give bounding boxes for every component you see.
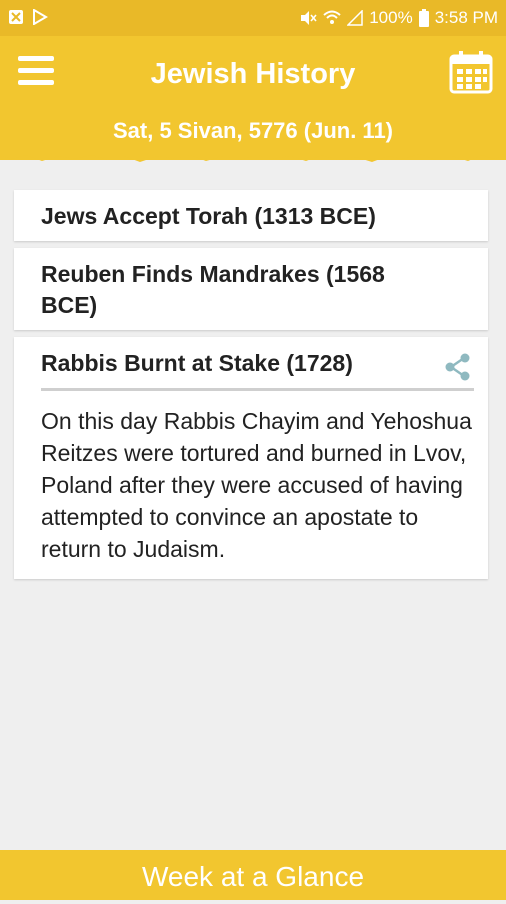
wifi-icon xyxy=(323,10,341,26)
mute-icon xyxy=(299,10,317,26)
clock: 3:58 PM xyxy=(434,8,498,27)
torn-edge-decoration xyxy=(0,150,506,162)
share-icon[interactable] xyxy=(444,353,472,381)
signal-icon xyxy=(347,10,363,26)
event-title[interactable]: Jews Accept Torah (1313 BCE) xyxy=(14,190,488,241)
event-card-expanded[interactable]: Rabbis Burnt at Stake (1728) On this day… xyxy=(14,337,488,579)
event-card[interactable]: Jews Accept Torah (1313 BCE) xyxy=(14,190,488,241)
event-title[interactable]: Reuben Finds Mandrakes (1568 BCE) xyxy=(14,248,488,330)
play-store-icon xyxy=(32,9,48,25)
page-title: Jewish History xyxy=(150,58,356,90)
week-at-a-glance-button[interactable]: Week at a Glance xyxy=(0,850,506,900)
status-bar: 100% 3:58 PM xyxy=(0,0,506,36)
battery-percent: 100% xyxy=(369,8,413,27)
notification-icon xyxy=(8,9,24,25)
event-description: On this day Rabbis Chayim and Yehoshua R… xyxy=(41,408,472,562)
calendar-icon[interactable] xyxy=(448,50,494,96)
battery-icon xyxy=(418,9,429,27)
event-list: Jews Accept Torah (1313 BCE) Reuben Find… xyxy=(14,190,488,586)
event-card[interactable]: Reuben Finds Mandrakes (1568 BCE) xyxy=(14,248,488,330)
app-header: Jewish History Sat, 5 Sivan, 5776 (Jun. … xyxy=(0,36,506,160)
date-label: Sat, 5 Sivan, 5776 (Jun. 11) xyxy=(112,118,394,143)
event-title[interactable]: Rabbis Burnt at Stake (1728) xyxy=(14,337,488,388)
